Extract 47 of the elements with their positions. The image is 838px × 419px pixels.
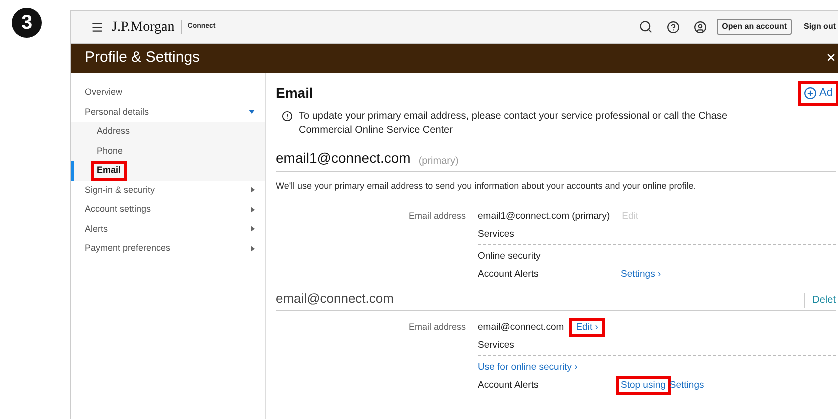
sidebar-item[interactable]: Personal details [71, 102, 265, 122]
email-heading: email@connect.com [276, 290, 394, 308]
page-title: Profile & Settings [85, 48, 200, 68]
service-name: Online security [478, 250, 542, 262]
profile-icon[interactable] [694, 20, 708, 34]
close-button[interactable]: × [826, 50, 836, 66]
info-icon [282, 111, 293, 122]
caret-down-icon [249, 110, 255, 114]
field-label: Email address [408, 321, 466, 334]
search-icon[interactable] [639, 20, 654, 34]
section-heading: Email [276, 84, 314, 103]
edit-link[interactable]: Edit › [572, 321, 602, 334]
sidebar-subitem[interactable]: Phone [94, 144, 126, 158]
description-text: We'll use your primary email address to send you information about your accounts and your online profile. [276, 180, 698, 193]
sidebar-item[interactable]: Account settings [71, 200, 265, 220]
plus-icon [804, 87, 817, 100]
help-icon[interactable] [667, 20, 680, 34]
caret-right-icon [251, 226, 255, 232]
add-button[interactable]: Ad [800, 84, 836, 103]
sidebar-subitem[interactable]: Address [94, 125, 134, 138]
services-label: Services [478, 334, 836, 356]
service-name: Account Alerts [478, 379, 540, 392]
primary-tag: (primary) [418, 154, 459, 169]
menu-icon[interactable] [91, 20, 104, 34]
sidebar-item[interactable]: Overview [71, 83, 265, 102]
services-label: Services [478, 222, 836, 244]
caret-right-icon [251, 187, 255, 194]
logo: J.P.Morgan [112, 18, 175, 36]
step-badge: 3 [12, 8, 42, 38]
field-label: Email address [408, 210, 466, 222]
sidebar-subitem[interactable]: Email [94, 164, 124, 178]
sidebar-item[interactable]: Alerts [71, 220, 265, 239]
sign-out-link[interactable]: Sign out [804, 21, 836, 33]
email-heading: email1@connect.com [276, 149, 411, 168]
service-action-link[interactable]: Settings › [619, 268, 664, 280]
caret-right-icon [251, 246, 255, 252]
email-value: email1@connect.com (primary) [478, 210, 610, 222]
open-account-button[interactable]: Open an account [717, 19, 792, 35]
caret-right-icon [251, 206, 255, 213]
notice-text: To update your primary email address, please contact your service professional or call the Chase Commercial Online Service Center [299, 110, 729, 138]
service-name: Account Alerts [478, 268, 540, 280]
email-value: email@connect.com [478, 321, 564, 334]
sidebar-item[interactable]: Sign-in & security [71, 180, 265, 200]
delete-link[interactable]: Delet [804, 293, 836, 308]
sidebar-item[interactable]: Payment preferences [71, 239, 265, 258]
service-link[interactable]: Use for online security › [478, 361, 578, 374]
service-action-link[interactable]: Stop using [619, 379, 668, 392]
